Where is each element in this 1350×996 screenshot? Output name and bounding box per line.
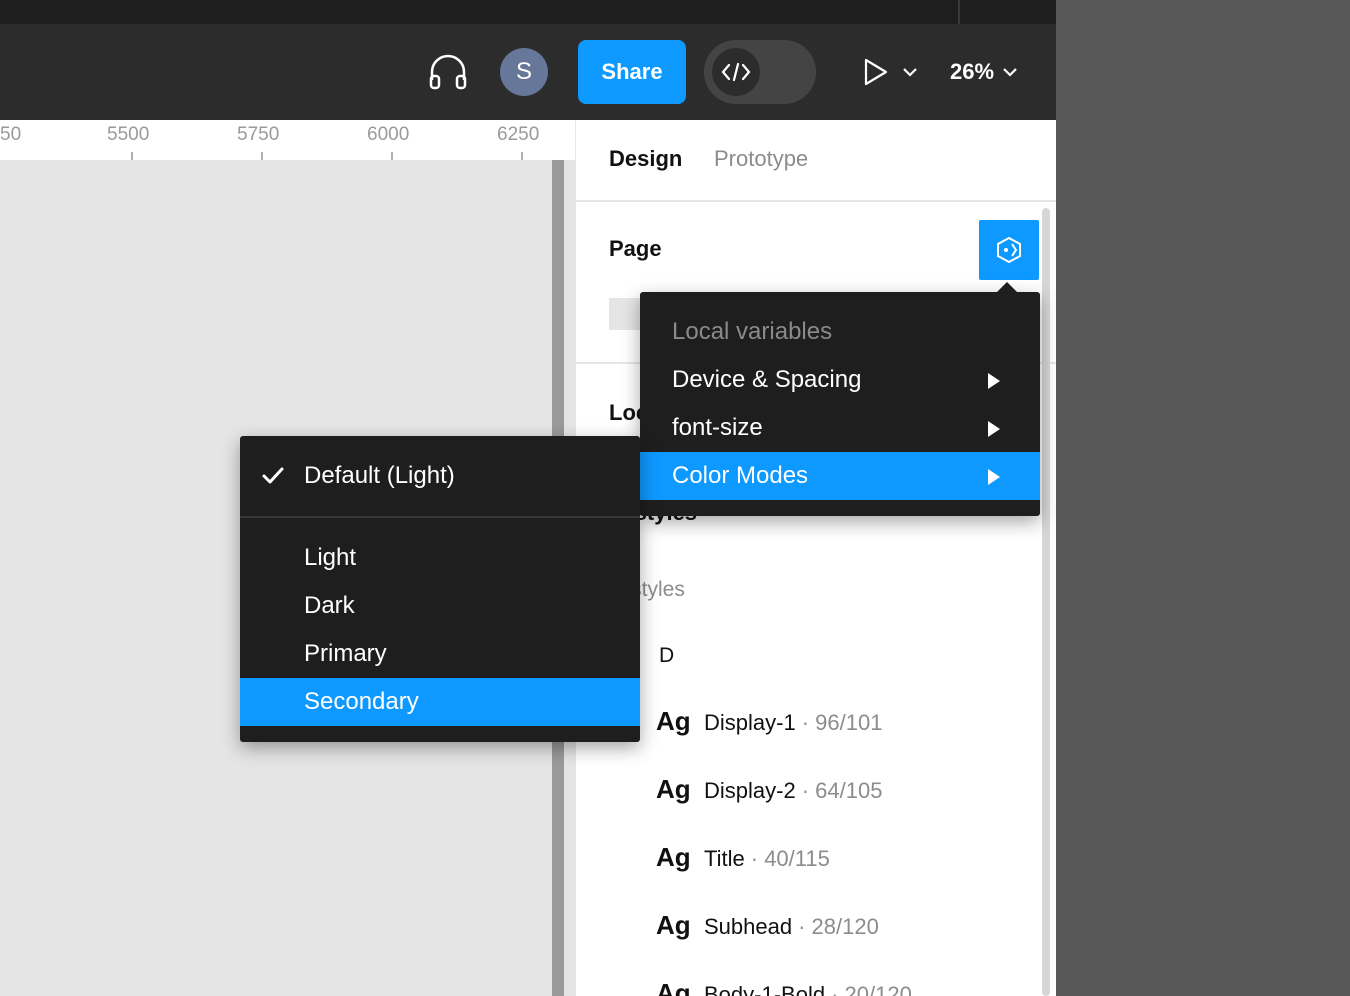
text-style-row[interactable]: Ag Subhead · 28/120 (656, 910, 879, 950)
zoom-label: 26% (950, 59, 995, 84)
ruler-tick-label: 5750 (237, 124, 280, 145)
mode-item-primary[interactable]: Primary (240, 630, 640, 678)
ruler-tick-label: 6250 (497, 124, 540, 145)
menu-item-color-modes[interactable]: Color Modes (640, 452, 1040, 500)
menu-caret (997, 282, 1017, 292)
headphones-icon[interactable] (424, 52, 472, 92)
variables-button[interactable] (979, 220, 1039, 280)
dev-mode-toggle[interactable] (704, 40, 816, 104)
chevron-down-icon (903, 68, 917, 77)
zoom-dropdown[interactable]: 26% (950, 52, 1040, 92)
submenu-arrow-icon (988, 373, 1000, 389)
ruler-tick-label: 5500 (107, 124, 150, 145)
ruler-tick (131, 152, 133, 160)
submenu-arrow-icon (988, 469, 1000, 485)
text-style-row[interactable]: Ag Body-1-Bold · 20/120 (656, 978, 912, 996)
share-button[interactable]: Share (578, 40, 686, 104)
text-style-meta: · 28/120 (798, 914, 879, 939)
text-style-meta: · 40/115 (750, 846, 830, 871)
title-bar-divider (958, 0, 960, 24)
check-icon (262, 467, 284, 484)
menu-header: Local variables (672, 318, 833, 345)
text-style-preview: Ag (656, 706, 691, 736)
submenu-arrow-icon (988, 421, 1000, 437)
text-style-preview: Ag (656, 774, 691, 804)
figma-app: S Share 26% 50 5500 5750 6000 6250 Desig… (0, 0, 1056, 996)
text-style-name: Display-2 (704, 778, 796, 803)
title-bar (0, 0, 1056, 24)
present-button[interactable] (858, 52, 922, 92)
ruler-tick-label: 50 (0, 124, 22, 145)
menu-item-font-size[interactable]: font-size (640, 404, 1040, 452)
color-modes-menu: Default (Light) Light Dark Primary Secon… (240, 436, 640, 742)
ruler-tick (391, 152, 393, 160)
properties-panel: Design Prototype Page Loc ul styles xt s… (575, 120, 1056, 996)
ruler-tick (261, 152, 263, 160)
panel-tabs: Design Prototype (576, 120, 1056, 202)
horizontal-ruler: 50 5500 5750 6000 6250 (0, 120, 575, 161)
tab-design[interactable]: Design (609, 146, 682, 172)
code-icon (712, 48, 760, 96)
text-style-preview: Ag (656, 842, 691, 872)
text-style-name: Title (704, 846, 745, 871)
variables-menu: Local variables Device & Spacing font-si… (640, 282, 1040, 516)
tab-prototype[interactable]: Prototype (714, 146, 808, 172)
toolbar: S Share 26% (0, 24, 1056, 120)
mode-item-light[interactable]: Light (240, 534, 640, 582)
text-style-name: Subhead (704, 914, 793, 939)
panel-scrollbar[interactable] (1042, 208, 1050, 996)
text-style-row[interactable]: Ag Display-1 · 96/101 (656, 706, 882, 746)
avatar[interactable]: S (500, 48, 548, 96)
text-style-name: Body-1-Bold (704, 982, 826, 996)
menu-divider (240, 516, 640, 518)
mode-item-secondary[interactable]: Secondary (240, 678, 640, 726)
text-style-preview: Ag (656, 978, 691, 996)
text-style-row[interactable]: Ag Title · 40/115 (656, 842, 830, 882)
text-style-meta: · 96/101 (801, 710, 883, 735)
menu-item-device-spacing[interactable]: Device & Spacing (640, 356, 1040, 404)
mode-item-default[interactable]: Default (Light) (240, 452, 640, 500)
text-style-name: Display-1 (704, 710, 796, 735)
text-style-row[interactable]: Ag Display-2 · 64/105 (656, 774, 882, 814)
mode-item-dark[interactable]: Dark (240, 582, 640, 630)
ruler-tick-label: 6000 (367, 124, 410, 145)
chevron-down-icon (1003, 68, 1017, 77)
play-icon (864, 58, 888, 86)
background-window (1056, 0, 1350, 996)
page-section-title: Page (609, 236, 662, 261)
text-style-meta: · 20/120 (831, 982, 912, 996)
variables-icon (997, 236, 1021, 264)
text-style-preview: Ag (656, 910, 691, 940)
style-group-label: D (659, 644, 675, 667)
ruler-tick (521, 152, 523, 160)
text-style-meta: · 64/105 (801, 778, 883, 803)
